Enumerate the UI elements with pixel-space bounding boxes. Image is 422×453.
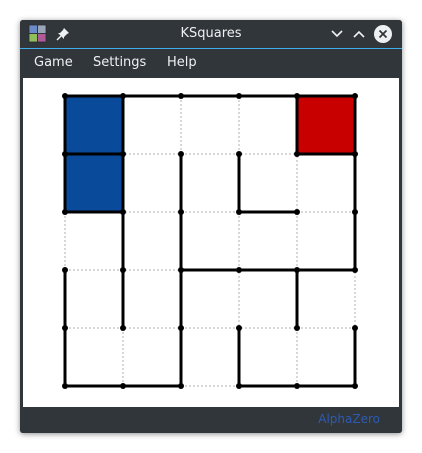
menu-help[interactable]: Help — [167, 55, 197, 70]
red-claimed-square — [297, 96, 355, 154]
title-bar[interactable]: KSquares — [20, 20, 402, 49]
status-player-name: AlphaZero — [318, 412, 380, 426]
grid-dot — [352, 93, 358, 99]
game-board-area[interactable] — [23, 78, 399, 407]
grid-dot — [236, 267, 242, 273]
grid-dot — [294, 267, 300, 273]
grid-dot — [178, 267, 184, 273]
blue-claimed-square — [65, 154, 123, 212]
menu-settings[interactable]: Settings — [93, 55, 146, 70]
maximize-button[interactable] — [350, 25, 368, 43]
blue-claimed-square — [65, 96, 123, 154]
grid-dot — [62, 325, 68, 331]
grid-dot — [178, 383, 184, 389]
menu-game[interactable]: Game — [34, 55, 73, 70]
grid-dot — [352, 383, 358, 389]
grid-dot — [236, 93, 242, 99]
grid-dot — [120, 209, 126, 215]
grid-dot — [62, 151, 68, 157]
grid-dot — [178, 325, 184, 331]
menu-bar: Game Settings Help — [20, 49, 402, 77]
grid-dot — [120, 325, 126, 331]
grid-dot — [62, 267, 68, 273]
game-board[interactable] — [23, 78, 399, 407]
grid-dot — [236, 209, 242, 215]
grid-dot — [120, 151, 126, 157]
grid-dot — [62, 383, 68, 389]
grid-dot — [62, 93, 68, 99]
grid-dot — [178, 209, 184, 215]
grid-dot — [236, 325, 242, 331]
grid-dot — [236, 383, 242, 389]
grid-dot — [178, 93, 184, 99]
grid-dot — [62, 209, 68, 215]
grid-dot — [236, 151, 242, 157]
close-button[interactable] — [373, 24, 393, 44]
app-window: KSquares Game Settings Help AlphaZero — [20, 20, 402, 433]
grid-dot — [294, 325, 300, 331]
status-bar: AlphaZero — [20, 408, 402, 433]
grid-dot — [294, 93, 300, 99]
grid-dot — [178, 151, 184, 157]
grid-dot — [120, 383, 126, 389]
grid-dot — [352, 267, 358, 273]
grid-dot — [352, 151, 358, 157]
grid-dot — [294, 383, 300, 389]
grid-dot — [294, 151, 300, 157]
grid-dot — [352, 209, 358, 215]
minimize-button[interactable] — [328, 25, 346, 43]
grid-dot — [294, 209, 300, 215]
grid-dot — [120, 267, 126, 273]
grid-dot — [352, 325, 358, 331]
grid-dot — [120, 93, 126, 99]
